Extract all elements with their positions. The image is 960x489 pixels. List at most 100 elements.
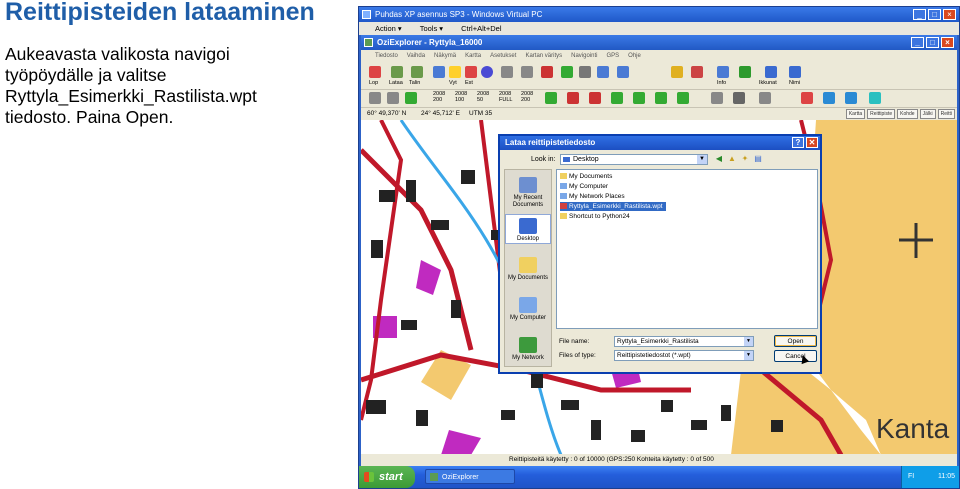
menu-gps[interactable]: GPS	[606, 50, 619, 62]
lock-icon[interactable]	[671, 66, 683, 78]
file-name: Ryttyla_Esimerkki_Rastilista.wpt	[569, 203, 663, 210]
slide-text: Aukeavasta valikosta navigoi työpöydälle…	[5, 44, 345, 128]
tool-icon[interactable]	[521, 66, 533, 78]
back-icon[interactable]: ◀	[714, 154, 724, 164]
list-item[interactable]: My Network Places	[560, 192, 628, 201]
file-list[interactable]: My Documents My Computer My Network Plac…	[556, 169, 818, 329]
list-item[interactable]: My Documents	[560, 172, 615, 181]
close-button[interactable]: ×	[943, 9, 956, 20]
exit-icon[interactable]	[369, 66, 381, 78]
waypoint-icon[interactable]	[449, 66, 461, 78]
zoom-label[interactable]: 2008 50	[477, 91, 489, 103]
list-item-selected[interactable]: Ryttyla_Esimerkki_Rastilista.wpt	[560, 202, 666, 211]
menu-asetukset[interactable]: Asetukset	[490, 50, 516, 62]
chevron-down-icon[interactable]: ▼	[744, 351, 753, 360]
move-arrows-icon[interactable]	[739, 66, 751, 78]
tool-icon[interactable]	[759, 92, 771, 104]
menu-ctrl-alt-del[interactable]: Ctrl+Alt+Del	[461, 22, 501, 35]
slide-line: työpöydälle ja valitse	[5, 65, 167, 85]
place-recent-documents[interactable]: My Recent Documents	[505, 174, 551, 209]
tool-icon[interactable]	[597, 66, 609, 78]
tool-icon[interactable]	[561, 66, 573, 78]
gps-icon[interactable]	[611, 92, 623, 104]
reitti-button[interactable]: Reitti	[937, 109, 955, 119]
ozi-maximize-button[interactable]: □	[926, 37, 939, 48]
tool-icon[interactable]	[617, 66, 629, 78]
ozi-statusbar: Reittipisteitä käytetty : 0 of 10000 (GP…	[361, 454, 957, 466]
menu-navigointi[interactable]: Navigointi	[571, 50, 597, 62]
help-button[interactable]: ?	[792, 137, 804, 148]
reittipiste-button[interactable]: Reittipiste	[867, 109, 896, 119]
zoom-label[interactable]: 2008 100	[455, 91, 467, 103]
tool-icon[interactable]	[711, 92, 723, 104]
zoom-icon[interactable]	[405, 92, 417, 104]
menu-kartan-varitys[interactable]: Kartan väritys	[525, 50, 562, 62]
event-icon[interactable]	[465, 66, 477, 78]
menu-tools[interactable]: Tools ▾	[420, 22, 443, 35]
list-item[interactable]: Shortcut to Python24	[560, 212, 633, 221]
gps-icon[interactable]	[655, 92, 667, 104]
zoom-label[interactable]: 2008 FULL	[499, 91, 512, 103]
view-menu-icon[interactable]: ▤	[753, 154, 763, 164]
zoom-icon[interactable]	[369, 92, 381, 104]
look-in-dropdown[interactable]: Desktop ▼	[560, 154, 708, 165]
chevron-down-icon[interactable]: ▼	[697, 155, 707, 164]
cancel-button[interactable]: Cancel	[774, 350, 817, 362]
load-icon[interactable]	[391, 66, 403, 78]
chevron-down-icon[interactable]: ▼	[744, 337, 753, 346]
place-my-computer[interactable]: My Computer	[505, 294, 551, 322]
ozi-minimize-button[interactable]: _	[911, 37, 924, 48]
map-view[interactable]: Kanta Lataa reittipistetiedosto ? ✕ Look…	[361, 120, 957, 466]
menu-kartta[interactable]: Kartta	[465, 50, 481, 62]
list-item[interactable]: My Computer	[560, 182, 611, 191]
info-icon[interactable]	[717, 66, 729, 78]
jalki-button[interactable]: Jälki	[919, 109, 936, 119]
track-icon[interactable]	[433, 66, 445, 78]
zoom-icon[interactable]	[387, 92, 399, 104]
tool-icon[interactable]	[579, 66, 591, 78]
maximize-button[interactable]: □	[928, 9, 941, 20]
zoom-label[interactable]: 2008 200	[433, 91, 445, 103]
route-icon[interactable]	[481, 66, 493, 78]
file-name-field[interactable]: Ryttyla_Esimerkki_Rastilista ▼	[614, 336, 754, 347]
open-button[interactable]: Open	[774, 335, 817, 347]
start-button[interactable]: start	[359, 466, 415, 488]
tool-icon[interactable]	[801, 92, 813, 104]
taskbar-item-oziexplorer[interactable]: OziExplorer	[425, 469, 515, 484]
gps-icon[interactable]	[567, 92, 579, 104]
zoom-label[interactable]: 2008 200	[521, 91, 533, 103]
tool-icon[interactable]	[869, 92, 881, 104]
place-my-network[interactable]: My Network	[505, 334, 551, 362]
chart-icon[interactable]	[845, 92, 857, 104]
minimize-button[interactable]: _	[913, 9, 926, 20]
windows-icon[interactable]	[765, 66, 777, 78]
name-icon[interactable]	[789, 66, 801, 78]
file-type-select[interactable]: Reittipistetiedostot (*.wpt) ▼	[614, 350, 754, 361]
tool-icon[interactable]	[733, 92, 745, 104]
kohde-button[interactable]: Kohde	[897, 109, 918, 119]
tool-icon[interactable]	[501, 66, 513, 78]
save-icon[interactable]	[411, 66, 423, 78]
menu-nakyma[interactable]: Näkymä	[434, 50, 456, 62]
up-folder-icon[interactable]: ▲	[727, 154, 737, 164]
gps-icon[interactable]	[677, 92, 689, 104]
tool-icon[interactable]	[823, 92, 835, 104]
system-tray: FI 11:05	[901, 466, 959, 488]
ozi-close-button[interactable]: ×	[941, 37, 954, 48]
menu-tiedosto[interactable]: Tiedosto	[375, 50, 398, 62]
gps-icon[interactable]	[545, 92, 557, 104]
tool-icon[interactable]	[691, 66, 703, 78]
menu-vaihda[interactable]: Vaihda	[407, 50, 425, 62]
gps-icon[interactable]	[589, 92, 601, 104]
place-my-documents[interactable]: My Documents	[505, 254, 551, 282]
dialog-close-button[interactable]: ✕	[806, 137, 818, 148]
place-desktop[interactable]: Desktop	[505, 214, 551, 244]
menu-action[interactable]: Action ▾	[375, 22, 402, 35]
gps-icon[interactable]	[633, 92, 645, 104]
shortcut-icon	[560, 213, 567, 219]
kartta-button[interactable]: Kartta	[845, 109, 866, 119]
menu-ohje[interactable]: Ohje	[628, 50, 641, 62]
new-folder-icon[interactable]: ✦	[740, 154, 750, 164]
tool-icon[interactable]	[541, 66, 553, 78]
language-indicator[interactable]: FI	[908, 466, 914, 488]
